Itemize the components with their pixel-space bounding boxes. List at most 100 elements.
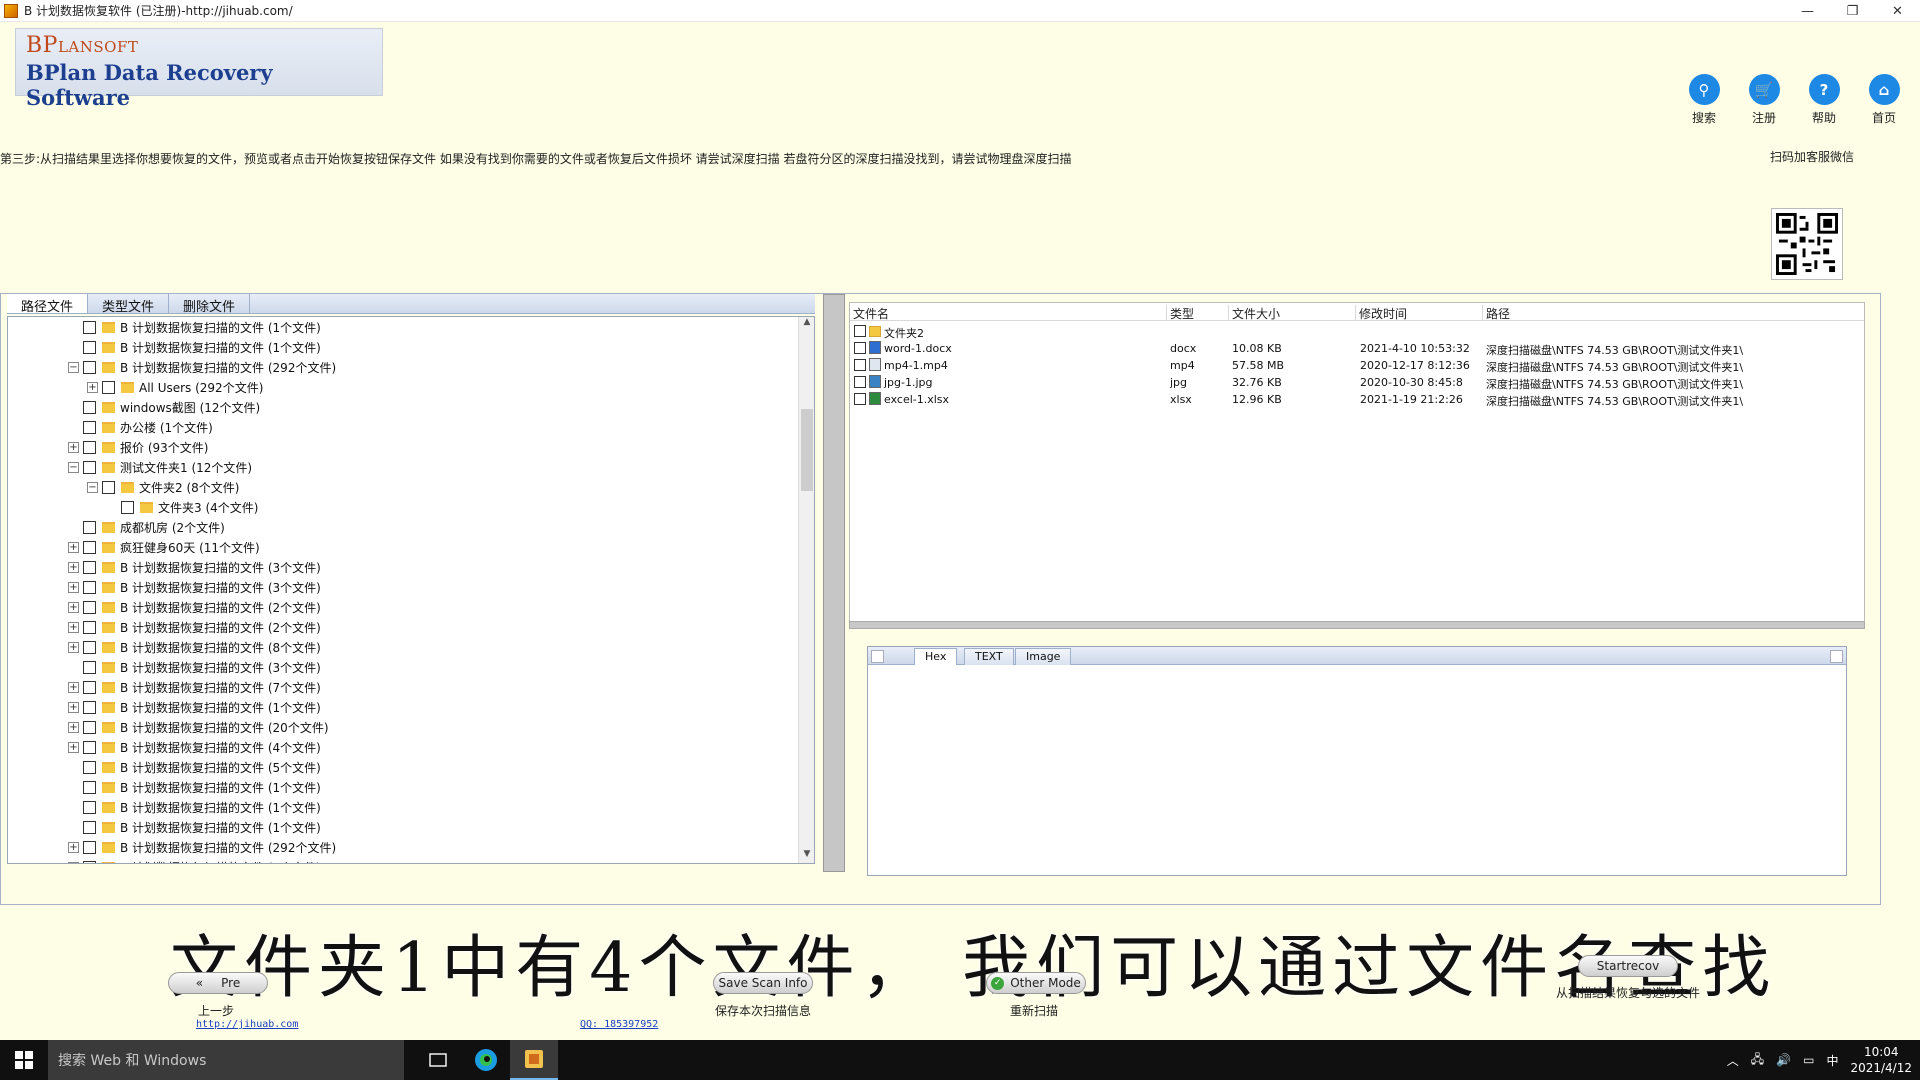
notification-icon[interactable]: ▭ <box>1803 1053 1814 1067</box>
file-list-row[interactable]: word-1.docx docx 10.08 KB 2021-4-10 10:53:3… <box>850 340 1864 357</box>
tree-checkbox[interactable] <box>83 320 96 334</box>
tree-checkbox[interactable] <box>83 660 96 674</box>
network-icon[interactable]: 🖧 <box>1751 1050 1764 1071</box>
expand-icon[interactable]: + <box>68 721 79 733</box>
tree-row[interactable]: + 报价 (93个文件) <box>68 437 208 457</box>
tree-checkbox[interactable] <box>83 700 96 714</box>
tree-row[interactable]: − 测试文件夹1 (12个文件) <box>68 457 252 477</box>
file-checkbox[interactable] <box>854 376 866 388</box>
tree-checkbox[interactable] <box>83 340 96 354</box>
tree-checkbox[interactable] <box>83 680 96 694</box>
tree-checkbox[interactable] <box>83 760 96 774</box>
tree-scroll-thumb[interactable] <box>801 409 813 491</box>
tree-row[interactable]: + All Users (292个文件) <box>87 377 263 397</box>
tree-checkbox[interactable] <box>83 720 96 734</box>
nav-home-button[interactable]: ⌂ 首页 <box>1854 74 1914 126</box>
tree-checkbox[interactable] <box>83 860 96 863</box>
file-checkbox[interactable] <box>854 325 866 337</box>
edge-browser-icon[interactable] <box>462 1040 510 1080</box>
tree-row[interactable]: 文件夹3 (4个文件) <box>106 497 258 517</box>
expand-icon[interactable]: + <box>68 561 79 573</box>
expand-icon[interactable]: + <box>68 641 79 653</box>
tree-row[interactable]: windows截图 (12个文件) <box>68 397 260 417</box>
tree-row[interactable]: + B 计划数据恢复扫描的文件 (292个文件) <box>68 837 336 857</box>
expand-icon[interactable]: + <box>68 541 79 553</box>
scroll-up-icon[interactable]: ▲ <box>799 317 814 331</box>
tree-row[interactable]: + B 计划数据恢复扫描的文件 (1个文件) <box>68 857 321 863</box>
tree-row[interactable]: B 计划数据恢复扫描的文件 (1个文件) <box>68 797 321 817</box>
tree-checkbox[interactable] <box>83 780 96 794</box>
col-filename[interactable]: 文件名 <box>850 305 889 321</box>
save-scan-info-button[interactable]: Save Scan Info <box>713 972 813 994</box>
tree-checkbox[interactable] <box>83 460 96 474</box>
tree-row[interactable]: + B 计划数据恢复扫描的文件 (2个文件) <box>68 597 321 617</box>
tree-row[interactable]: − 文件夹2 (8个文件) <box>87 477 239 497</box>
nav-register-button[interactable]: 🛒 注册 <box>1734 74 1794 126</box>
close-button[interactable]: ✕ <box>1875 0 1920 22</box>
file-list-row[interactable]: jpg-1.jpg jpg 32.76 KB 2020-10-30 8:45:8 深度扫… <box>850 374 1864 391</box>
tree-row[interactable]: + 疯狂健身60天 (11个文件) <box>68 537 260 557</box>
expand-icon[interactable]: + <box>87 381 98 393</box>
tree-checkbox[interactable] <box>83 840 96 854</box>
expand-icon[interactable]: + <box>68 701 79 713</box>
tab-text[interactable]: TEXT <box>964 648 1014 665</box>
expand-icon[interactable]: + <box>68 621 79 633</box>
tab-type-files[interactable]: 类型文件 <box>88 294 170 315</box>
file-list-row[interactable]: mp4-1.mp4 mp4 57.58 MB 2020-12-17 8:12:36 深度… <box>850 357 1864 374</box>
tree-checkbox[interactable] <box>83 540 96 554</box>
tree-row[interactable]: + B 计划数据恢复扫描的文件 (3个文件) <box>68 577 321 597</box>
task-view-icon[interactable] <box>414 1040 462 1080</box>
nav-help-button[interactable]: ? 帮助 <box>1794 74 1854 126</box>
col-type[interactable]: 类型 <box>1166 305 1194 321</box>
folder-tree[interactable]: ▲ ▼ B 计划数据恢复扫描的文件 (1个文件) B 计划数据恢复扫描的文件 (1… <box>7 316 815 864</box>
col-mtime[interactable]: 修改时间 <box>1355 305 1407 321</box>
collapse-icon[interactable]: − <box>68 361 79 373</box>
file-checkbox[interactable] <box>854 393 866 405</box>
tree-row[interactable]: 成都机房 (2个文件) <box>68 517 225 537</box>
clock[interactable]: 10:04 2021/4/12 <box>1850 1044 1912 1076</box>
tree-row[interactable]: + B 计划数据恢复扫描的文件 (4个文件) <box>68 737 321 757</box>
tree-row[interactable]: B 计划数据恢复扫描的文件 (1个文件) <box>68 777 321 797</box>
expand-icon[interactable]: + <box>68 741 79 753</box>
tray-up-arrow-icon[interactable]: ︿ <box>1727 1052 1739 1069</box>
file-checkbox[interactable] <box>854 342 866 354</box>
tree-row[interactable]: + B 计划数据恢复扫描的文件 (2个文件) <box>68 617 321 637</box>
tree-row[interactable]: + B 计划数据恢复扫描的文件 (3个文件) <box>68 557 321 577</box>
tree-checkbox[interactable] <box>83 440 96 454</box>
tree-scrollbar[interactable]: ▲ ▼ <box>798 317 814 863</box>
scroll-down-icon[interactable]: ▼ <box>799 849 814 863</box>
minimize-button[interactable]: — <box>1785 0 1830 22</box>
file-checkbox[interactable] <box>854 359 866 371</box>
tab-hex[interactable]: Hex <box>914 648 958 665</box>
tree-checkbox[interactable] <box>83 420 96 434</box>
other-mode-button[interactable]: ✓ Other Mode <box>986 972 1086 994</box>
tree-row[interactable]: B 计划数据恢复扫描的文件 (5个文件) <box>68 757 321 777</box>
expand-icon[interactable]: + <box>68 601 79 613</box>
tab-deleted-files[interactable]: 删除文件 <box>169 294 251 315</box>
file-list-row[interactable]: excel-1.xlsx xlsx 12.96 KB 2021-1-19 21:2:2… <box>850 391 1864 408</box>
tree-row[interactable]: B 计划数据恢复扫描的文件 (3个文件) <box>68 657 321 677</box>
tree-checkbox[interactable] <box>83 800 96 814</box>
nav-search-button[interactable]: ⚲ 搜索 <box>1674 74 1734 126</box>
tab-image[interactable]: Image <box>1015 648 1072 665</box>
tree-checkbox[interactable] <box>83 600 96 614</box>
tree-checkbox[interactable] <box>102 480 115 494</box>
tree-row[interactable]: + B 计划数据恢复扫描的文件 (7个文件) <box>68 677 321 697</box>
tree-checkbox[interactable] <box>83 620 96 634</box>
tree-checkbox[interactable] <box>83 640 96 654</box>
tree-row[interactable]: B 计划数据恢复扫描的文件 (1个文件) <box>68 817 321 837</box>
pre-button[interactable]: « Pre <box>168 972 268 994</box>
tree-row[interactable]: + B 计划数据恢复扫描的文件 (20个文件) <box>68 717 329 737</box>
tree-row[interactable]: + B 计划数据恢复扫描的文件 (1个文件) <box>68 697 321 717</box>
tree-checkbox[interactable] <box>102 380 115 394</box>
file-list-row[interactable]: 文件夹2 <box>850 323 1864 340</box>
windows-start-icon[interactable] <box>0 1040 48 1080</box>
taskbar-search-box[interactable]: 搜索 Web 和 Windows <box>48 1040 404 1080</box>
ime-indicator[interactable]: 中 <box>1826 1052 1838 1069</box>
website-link[interactable]: http://jihuab.com <box>196 1019 298 1030</box>
tree-checkbox[interactable] <box>121 500 134 514</box>
expand-icon[interactable]: + <box>68 441 79 453</box>
tree-row[interactable]: B 计划数据恢复扫描的文件 (1个文件) <box>68 337 321 357</box>
recovery-app-taskbar-icon[interactable] <box>510 1040 558 1080</box>
restore-button[interactable]: ❐ <box>1830 0 1875 22</box>
